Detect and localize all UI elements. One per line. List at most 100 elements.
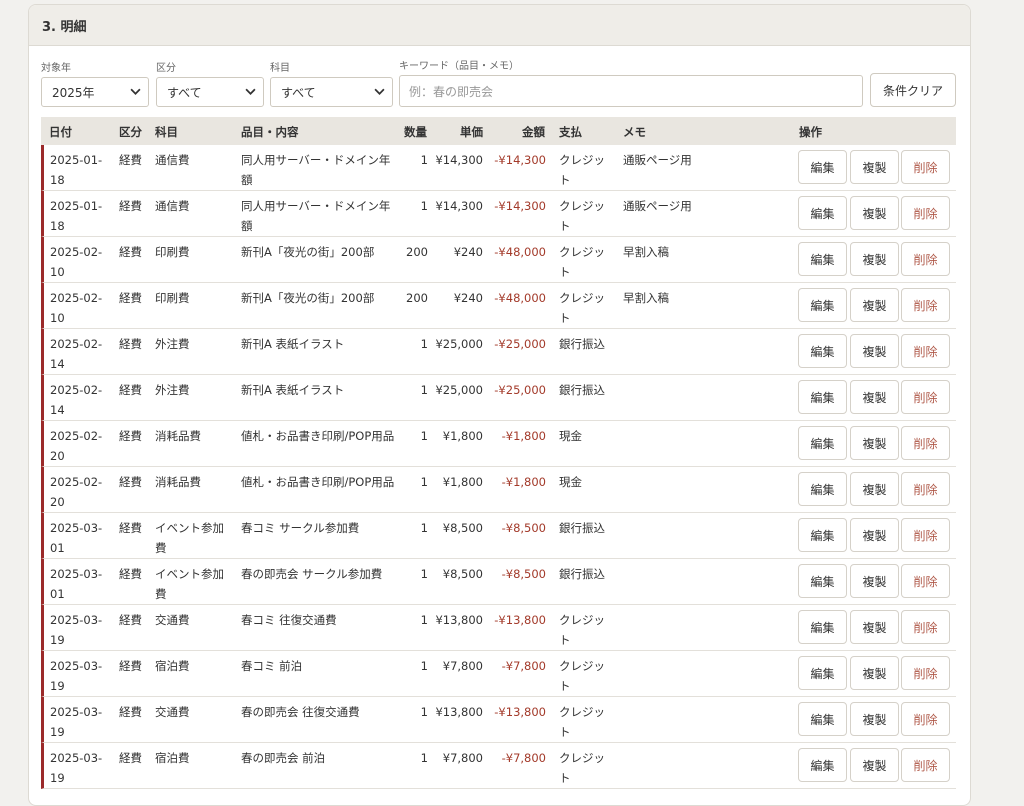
edit-button[interactable]: 編集 (798, 564, 847, 598)
edit-button[interactable]: 編集 (798, 288, 847, 322)
row-kubun: 経費 (119, 567, 142, 581)
row-unit-price: ¥13,800 (435, 705, 483, 719)
duplicate-button[interactable]: 複製 (850, 564, 899, 598)
delete-button[interactable]: 削除 (901, 288, 950, 322)
duplicate-button[interactable]: 複製 (850, 748, 899, 782)
edit-button[interactable]: 編集 (798, 472, 847, 506)
delete-button[interactable]: 削除 (901, 656, 950, 690)
row-unit-price: ¥14,300 (435, 199, 483, 213)
details-table: 日付 区分 科目 品目・内容 数量 単価 金額 支払 メモ 操作 2025-01… (41, 117, 956, 789)
duplicate-button[interactable]: 複製 (850, 702, 899, 736)
row-memo: 通販ページ用 (623, 153, 692, 167)
delete-button[interactable]: 削除 (901, 196, 950, 230)
col-header-ops: 操作 (799, 125, 822, 139)
delete-button[interactable]: 削除 (901, 150, 950, 184)
col-header-amount: 金額 (522, 125, 545, 139)
row-unit-price: ¥1,800 (442, 475, 483, 489)
edit-button[interactable]: 編集 (798, 656, 847, 690)
row-payment: クレジット (559, 659, 605, 693)
row-payment: 銀行振込 (559, 567, 605, 581)
row-kubun: 経費 (119, 153, 142, 167)
row-date: 2025-03-01 (50, 567, 103, 601)
delete-button[interactable]: 削除 (901, 242, 950, 276)
kamoku-select[interactable]: すべて (270, 77, 393, 107)
edit-button[interactable]: 編集 (798, 518, 847, 552)
edit-button[interactable]: 編集 (798, 610, 847, 644)
row-kubun: 経費 (119, 245, 142, 259)
row-qty: 200 (406, 245, 428, 259)
duplicate-button[interactable]: 複製 (850, 518, 899, 552)
kubun-select[interactable]: すべて (156, 77, 264, 107)
duplicate-button[interactable]: 複製 (850, 610, 899, 644)
table-row: 2025-03-01 経費 イベント参加費 春の即売会 サークル参加費 1 ¥8,500 -… (41, 559, 956, 605)
row-amount: -¥14,300 (494, 153, 546, 167)
chevron-down-icon (374, 88, 385, 95)
table-header: 日付 区分 科目 品目・内容 数量 単価 金額 支払 メモ 操作 (41, 117, 956, 145)
row-item: 春の即売会 往復交通費 (241, 705, 360, 719)
table-row: 2025-02-20 経費 消耗品費 値札・お品書き印刷/POP用品 1 ¥1,800 -¥… (41, 421, 956, 467)
year-select[interactable]: 2025年 (41, 77, 149, 107)
row-kamoku: 印刷費 (155, 245, 190, 259)
delete-button[interactable]: 削除 (901, 610, 950, 644)
duplicate-button[interactable]: 複製 (850, 196, 899, 230)
row-item: 新刊A 表紙イラスト (241, 383, 345, 397)
row-qty: 1 (420, 659, 428, 673)
details-panel: 3. 明細 対象年 2025年 区分 すべて 科目 すべて キーワード（品目・メ… (28, 4, 971, 806)
duplicate-button[interactable]: 複製 (850, 150, 899, 184)
row-item: 新刊A「夜光の街」200部 (241, 245, 375, 259)
row-memo: 早割入稿 (623, 245, 669, 259)
col-header-kubun: 区分 (119, 125, 142, 139)
delete-button[interactable]: 削除 (901, 334, 950, 368)
row-payment: 現金 (559, 429, 582, 443)
delete-button[interactable]: 削除 (901, 564, 950, 598)
table-row: 2025-02-10 経費 印刷費 新刊A「夜光の街」200部 200 ¥240 -¥48,… (41, 283, 956, 329)
row-item: 値札・お品書き印刷/POP用品 (241, 475, 395, 489)
row-unit-price: ¥25,000 (435, 337, 483, 351)
delete-button[interactable]: 削除 (901, 472, 950, 506)
duplicate-button[interactable]: 複製 (850, 380, 899, 414)
duplicate-button[interactable]: 複製 (850, 242, 899, 276)
row-qty: 1 (420, 751, 428, 765)
delete-button[interactable]: 削除 (901, 426, 950, 460)
edit-button[interactable]: 編集 (798, 334, 847, 368)
year-filter-label: 対象年 (41, 63, 71, 74)
keyword-search-input[interactable]: 例：春の即売会 (399, 75, 863, 107)
row-kamoku: 消耗品費 (155, 475, 201, 489)
col-header-pay: 支払 (559, 125, 582, 139)
col-header-qty: 数量 (404, 125, 427, 139)
edit-button[interactable]: 編集 (798, 150, 847, 184)
edit-button[interactable]: 編集 (798, 748, 847, 782)
row-qty: 1 (420, 521, 428, 535)
table-row: 2025-01-18 経費 通信費 同人用サーバー・ドメイン年額 1 ¥14,300 -¥1… (41, 191, 956, 237)
edit-button[interactable]: 編集 (798, 702, 847, 736)
edit-button[interactable]: 編集 (798, 380, 847, 414)
duplicate-button[interactable]: 複製 (850, 656, 899, 690)
duplicate-button[interactable]: 複製 (850, 288, 899, 322)
row-item: 春の即売会 前泊 (241, 751, 326, 765)
row-date: 2025-02-14 (50, 337, 103, 371)
delete-button[interactable]: 削除 (901, 380, 950, 414)
row-kamoku: 消耗品費 (155, 429, 201, 443)
duplicate-button[interactable]: 複製 (850, 426, 899, 460)
row-unit-price: ¥240 (453, 245, 483, 259)
delete-button[interactable]: 削除 (901, 748, 950, 782)
row-kubun: 経費 (119, 751, 142, 765)
row-date: 2025-03-19 (50, 705, 103, 739)
edit-button[interactable]: 編集 (798, 196, 847, 230)
row-unit-price: ¥1,800 (442, 429, 483, 443)
clear-filters-button[interactable]: 条件クリア (870, 73, 956, 107)
row-kubun: 経費 (119, 429, 142, 443)
table-row: 2025-02-14 経費 外注費 新刊A 表紙イラスト 1 ¥25,000 -¥25,00… (41, 329, 956, 375)
row-payment: 現金 (559, 475, 582, 489)
row-payment: クレジット (559, 199, 605, 233)
edit-button[interactable]: 編集 (798, 426, 847, 460)
duplicate-button[interactable]: 複製 (850, 472, 899, 506)
edit-button[interactable]: 編集 (798, 242, 847, 276)
row-kubun: 経費 (119, 521, 142, 535)
row-amount: -¥25,000 (494, 383, 546, 397)
delete-button[interactable]: 削除 (901, 702, 950, 736)
row-date: 2025-03-19 (50, 751, 103, 785)
row-amount: -¥48,000 (494, 245, 546, 259)
delete-button[interactable]: 削除 (901, 518, 950, 552)
duplicate-button[interactable]: 複製 (850, 334, 899, 368)
